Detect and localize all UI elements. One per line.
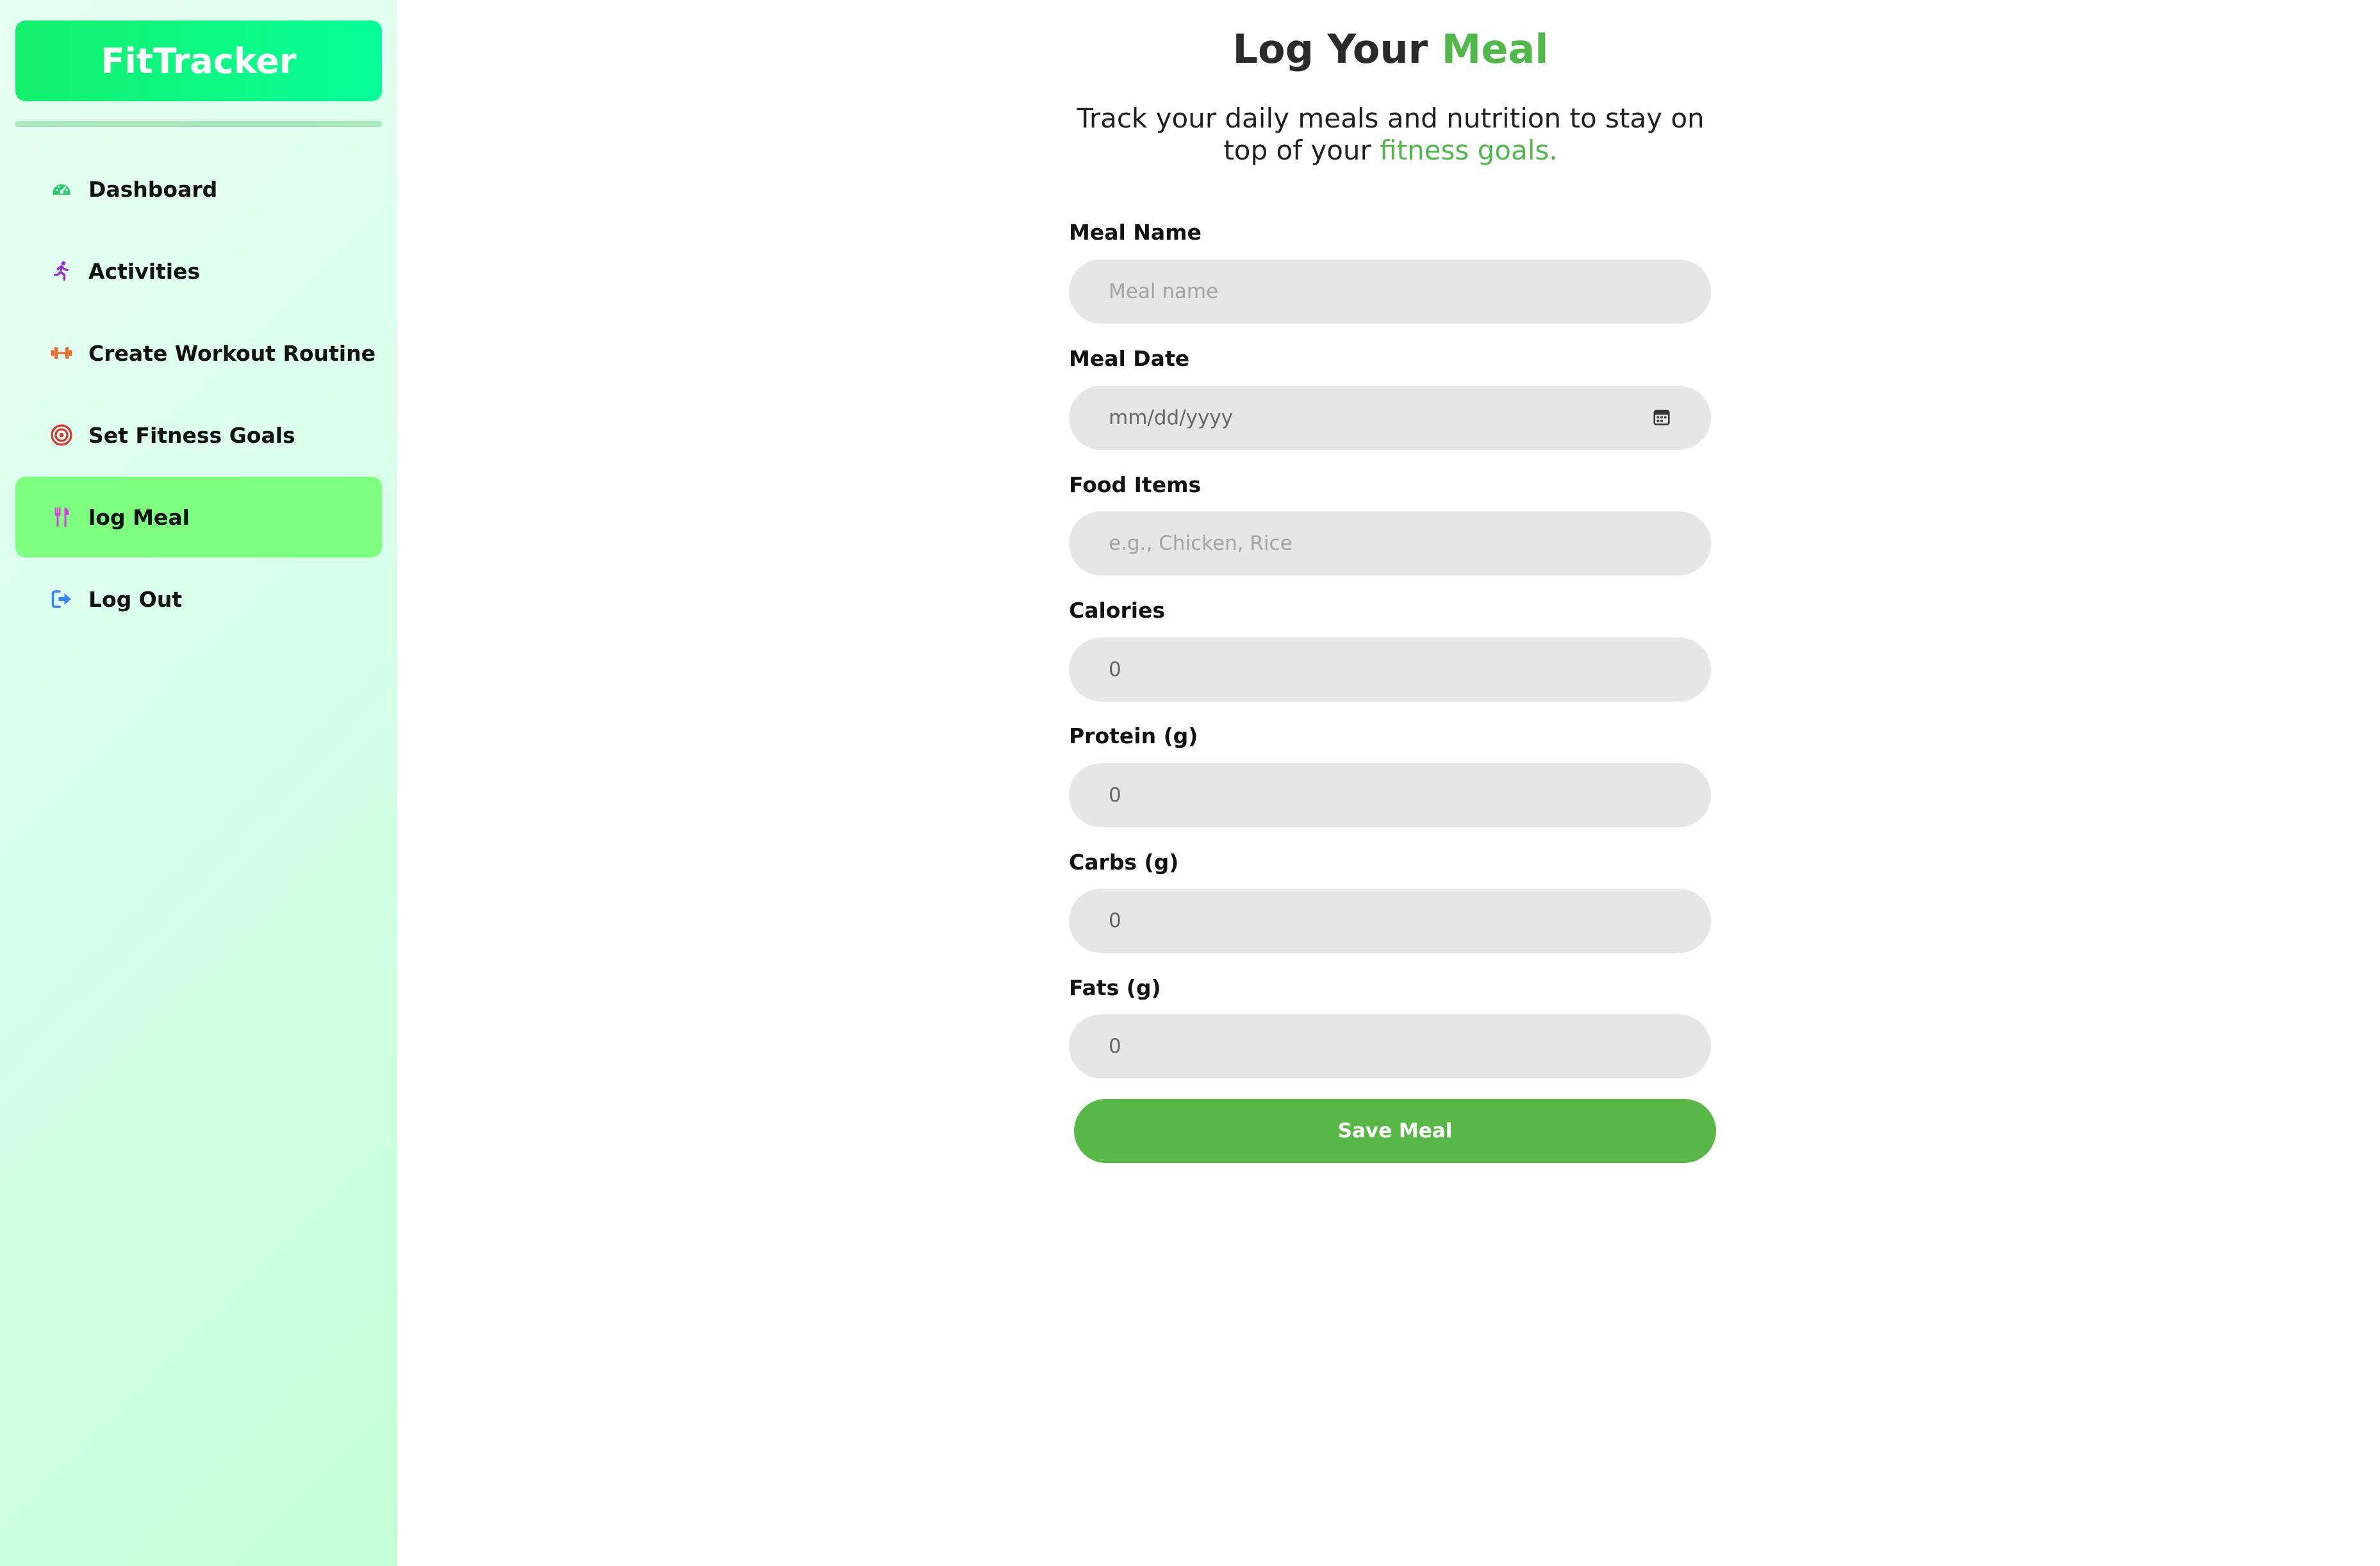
sidebar-item-activities[interactable]: Activities (15, 231, 382, 311)
sign-out-icon (49, 586, 74, 612)
carbs-input[interactable] (1069, 889, 1711, 953)
sidebar-divider (15, 121, 382, 127)
page-subtitle: Track your daily meals and nutrition to … (1051, 103, 1730, 167)
fats-input[interactable] (1069, 1014, 1711, 1078)
meal-date-label: Meal Date (1069, 346, 1190, 371)
food-items-input[interactable] (1069, 511, 1711, 575)
sidebar-item-log-out[interactable]: Log Out (15, 559, 382, 639)
fats-label: Fats (g) (1069, 975, 1161, 1000)
title-prefix: Log Your (1232, 26, 1442, 72)
sidebar-item-dashboard[interactable]: Dashboard (15, 149, 382, 229)
sidebar-item-label: Create Workout Routine (88, 340, 376, 366)
save-meal-button[interactable]: Save Meal (1074, 1099, 1716, 1163)
sidebar-item-log-meal[interactable]: log Meal (15, 477, 382, 557)
sidebar-item-create-workout-routine[interactable]: Create Workout Routine (15, 313, 382, 393)
carbs-label: Carbs (g) (1069, 850, 1179, 875)
sidebar-item-label: Activities (88, 258, 201, 284)
subtitle-accent: fitness goals. (1380, 135, 1558, 166)
title-accent: Meal (1441, 26, 1549, 72)
food-items-label: Food Items (1069, 472, 1202, 497)
sidebar: FitTracker Dashboard Activities Create W… (0, 0, 397, 1566)
meal-name-label: Meal Name (1069, 220, 1202, 245)
meal-date-input[interactable]: mm/dd/yyyy (1069, 386, 1711, 450)
meal-date-placeholder: mm/dd/yyyy (1109, 406, 1234, 429)
calories-label: Calories (1069, 598, 1166, 623)
sidebar-item-label: Set Fitness Goals (88, 422, 295, 448)
calendar-icon[interactable] (1652, 408, 1671, 427)
sidebar-item-set-fitness-goals[interactable]: Set Fitness Goals (15, 395, 382, 475)
brand-name: FitTracker (101, 40, 297, 81)
dumbbell-icon (49, 340, 74, 366)
meal-name-input[interactable] (1069, 260, 1711, 324)
protein-label: Protein (g) (1069, 723, 1198, 748)
target-icon (49, 422, 74, 448)
sidebar-item-label: Log Out (88, 586, 183, 612)
gauge-icon (49, 176, 74, 202)
page-title: Log Your Meal (961, 26, 1820, 72)
protein-input[interactable] (1069, 763, 1711, 827)
utensils-icon (49, 504, 74, 530)
calories-input[interactable] (1069, 638, 1711, 702)
running-person-icon (49, 258, 74, 284)
brand-logo[interactable]: FitTracker (15, 21, 382, 101)
sidebar-item-label: Dashboard (88, 176, 218, 202)
sidebar-item-label: log Meal (88, 504, 190, 530)
